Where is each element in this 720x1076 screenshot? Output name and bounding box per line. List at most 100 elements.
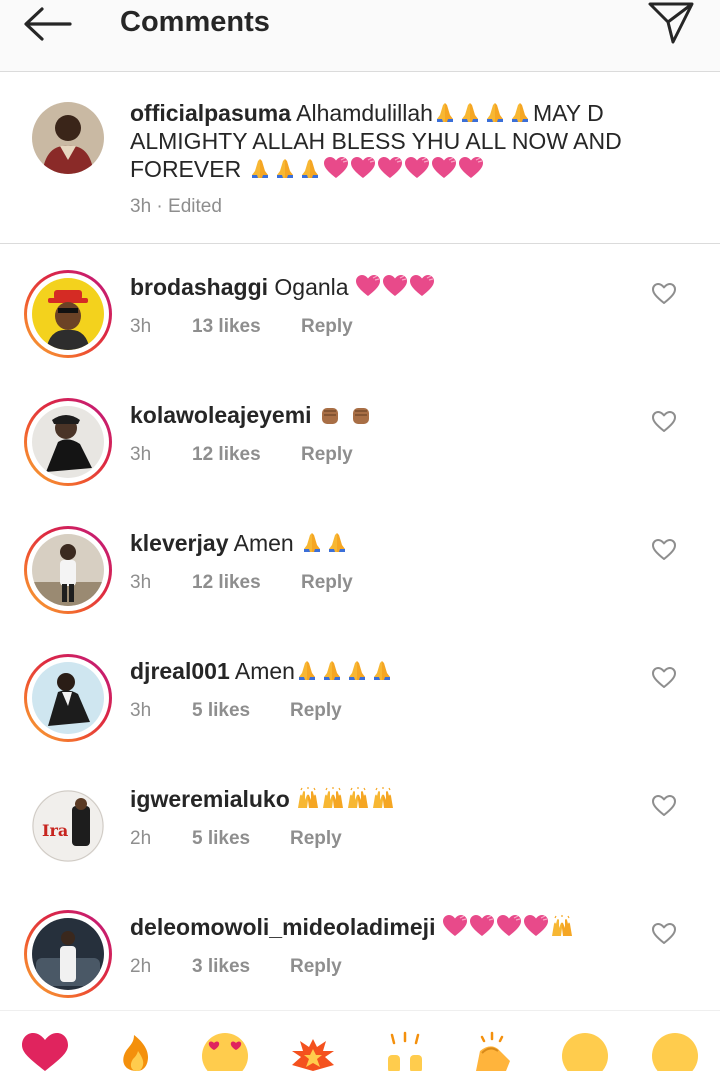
praying-hands-emoji (295, 658, 395, 684)
raised-hands-emoji (550, 914, 575, 940)
avatar[interactable]: Ira (32, 790, 104, 862)
caption-text: officialpasuma Alhamdulillah MAY D ALMIGH… (130, 99, 690, 183)
comment-item: kolawoleajeyemi 3h 12 likes Reply (0, 386, 720, 514)
avatar (32, 534, 104, 606)
comment-item: kleverjay Amen 3h 12 likes Reply (0, 514, 720, 642)
comment-time: 2h (130, 828, 152, 849)
like-button[interactable] (651, 538, 677, 562)
like-button[interactable] (651, 666, 677, 690)
story-ring[interactable] (24, 270, 112, 358)
heart-outline-icon (652, 283, 676, 304)
like-button[interactable] (651, 794, 677, 818)
reply-button[interactable]: Reply (301, 444, 353, 466)
fire-emoji[interactable] (112, 1031, 162, 1071)
comment-meta: 3h 12 likes Reply (130, 444, 353, 466)
comment-meta: 3h 5 likes Reply (130, 700, 342, 722)
comment-item: deleomowoli_mideoladimeji 2h 3 likes Rep… (0, 898, 720, 1026)
reply-button[interactable]: Reply (290, 700, 342, 722)
avatar (32, 918, 104, 990)
story-ring[interactable] (24, 654, 112, 742)
like-button[interactable] (651, 922, 677, 946)
emoji-row (248, 156, 485, 182)
comment-username[interactable]: igweremialuko (130, 786, 290, 812)
comment-text: igweremialuko (130, 784, 396, 814)
arrow-left-icon (24, 7, 72, 41)
caption-edited: · Edited (156, 196, 222, 217)
svg-text:Ira: Ira (42, 821, 68, 840)
comment-text: djreal001 Amen (130, 656, 395, 686)
story-ring[interactable] (24, 398, 112, 486)
back-button[interactable] (20, 4, 76, 44)
comment-username[interactable]: brodashaggi (130, 274, 268, 300)
avatar (32, 406, 104, 478)
comment-meta: 3h 13 likes Reply (130, 316, 353, 338)
comment-username[interactable]: deleomowoli_mideoladimeji (130, 914, 435, 940)
post-caption: officialpasuma Alhamdulillah MAY D ALMIGH… (0, 72, 720, 244)
comment-time: 2h (130, 956, 152, 977)
comment-meta: 2h 5 likes Reply (130, 828, 342, 850)
heart-eyes-emoji[interactable] (200, 1031, 250, 1076)
reply-button[interactable]: Reply (301, 316, 353, 338)
comment-meta: 2h 3 likes Reply (130, 956, 342, 978)
paper-plane-icon (648, 2, 694, 44)
comment-item: brodashaggi Oganla 3h 13 likes Reply (0, 258, 720, 386)
comment-text: deleomowoli_mideoladimeji (130, 912, 575, 942)
heart-emoji (355, 274, 436, 300)
reply-button[interactable]: Reply (290, 828, 342, 850)
comment-item: Ira igweremialuko 2h 5 likes Reply (0, 770, 720, 898)
avatar (32, 278, 104, 350)
smile-emoji[interactable] (560, 1031, 610, 1076)
caption-meta: 3h · Edited (130, 196, 222, 218)
comment-body: Oganla (274, 274, 349, 300)
reply-button[interactable]: Reply (301, 572, 353, 594)
comment-body: Amen (233, 530, 294, 556)
comment-time: 3h (130, 700, 152, 721)
heart-outline-icon (652, 667, 676, 688)
caption-username[interactable]: officialpasuma (130, 100, 291, 126)
comment-username[interactable]: kolawoleajeyemi (130, 402, 312, 428)
comment-body: Amen (234, 658, 295, 684)
story-ring[interactable] (24, 910, 112, 998)
comment-time: 3h (130, 572, 152, 593)
raised-hands-emoji (296, 786, 396, 812)
like-count[interactable]: 5 likes (192, 828, 250, 850)
comment-time: 3h (130, 444, 152, 465)
like-button[interactable] (651, 282, 677, 306)
heart-outline-icon (652, 539, 676, 560)
explosion-emoji[interactable] (288, 1031, 338, 1071)
like-button[interactable] (651, 410, 677, 434)
heart-emoji[interactable] (20, 1031, 70, 1071)
comment-text: brodashaggi Oganla (130, 272, 436, 302)
clapping-emoji[interactable] (468, 1031, 518, 1071)
heart-outline-icon (652, 411, 676, 432)
comment-text: kolawoleajeyemi (130, 400, 374, 430)
grin-emoji[interactable] (650, 1031, 700, 1076)
page-title: Comments (120, 6, 270, 38)
praying-hands-emoji (300, 530, 350, 556)
fist-emoji (318, 402, 374, 428)
heart-outline-icon (652, 923, 676, 944)
story-ring[interactable] (24, 526, 112, 614)
share-button[interactable] (646, 0, 696, 48)
header-bar: Comments (0, 0, 720, 72)
quick-emoji-bar (0, 1010, 720, 1076)
caption-body: Alhamdulillah (296, 100, 433, 126)
reply-button[interactable]: Reply (290, 956, 342, 978)
comment-text: kleverjay Amen (130, 528, 350, 558)
avatar[interactable] (32, 102, 104, 174)
like-count[interactable]: 12 likes (192, 572, 261, 594)
heart-outline-icon (652, 795, 676, 816)
comment-item: djreal001 Amen 3h 5 likes Reply (0, 642, 720, 770)
heart-emoji (442, 914, 550, 940)
comment-time: 3h (130, 316, 152, 337)
like-count[interactable]: 13 likes (192, 316, 261, 338)
like-count[interactable]: 5 likes (192, 700, 250, 722)
comment-username[interactable]: kleverjay (130, 530, 228, 556)
caption-time: 3h (130, 196, 152, 217)
raised-hands-emoji[interactable] (380, 1031, 430, 1073)
comment-username[interactable]: djreal001 (130, 658, 230, 684)
comment-meta: 3h 12 likes Reply (130, 572, 353, 594)
like-count[interactable]: 12 likes (192, 444, 261, 466)
like-count[interactable]: 3 likes (192, 956, 250, 978)
avatar (32, 662, 104, 734)
